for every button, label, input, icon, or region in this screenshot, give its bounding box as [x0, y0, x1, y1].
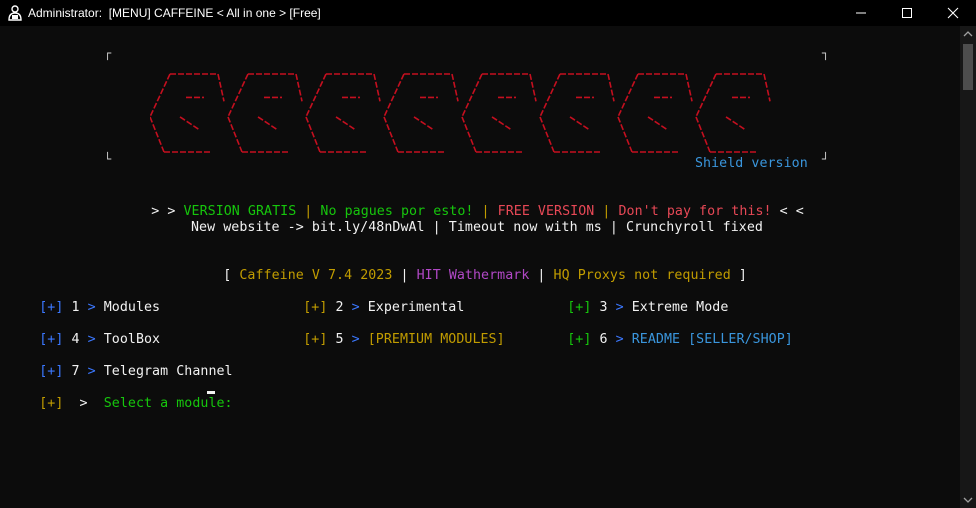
separator: | — [296, 204, 321, 219]
news-line: New website -> bit.ly/48nDwAl | Timeout … — [191, 220, 763, 235]
close-button[interactable] — [930, 0, 976, 26]
banner-corner-tr: ┐ — [822, 46, 830, 60]
ascii-letter-e — [695, 73, 771, 153]
menu-number: 7 — [71, 364, 80, 379]
separator: | — [529, 268, 554, 283]
menu-arrow: > — [87, 364, 96, 379]
menu-arrow: > — [87, 332, 96, 347]
menu-item-5[interactable]: [+] 5 > [PREMIUM MODULES] — [271, 316, 505, 364]
hq-proxys-text: HQ Proxys not required — [553, 268, 731, 283]
module-prompt[interactable]: [+] > Select a module: — [7, 380, 233, 428]
menu-item-6[interactable]: [+] 6 > README [SELLER/SHOP] — [535, 316, 793, 364]
scroll-thumb[interactable] — [963, 44, 973, 90]
menu-bullet: [+] — [39, 300, 64, 315]
version-gratis: VERSION GRATIS — [183, 204, 297, 219]
banner-corner-bl: └ — [104, 152, 112, 166]
menu-arrow: > — [87, 300, 96, 315]
dont-pay-text: Don't pay for this! — [618, 204, 772, 219]
menu-label: Extreme Mode — [631, 300, 729, 315]
terminal-admin-icon — [8, 5, 22, 21]
version-suffix: < < — [771, 204, 804, 219]
menu-bullet: [+] — [567, 332, 592, 347]
ascii-letter-i — [539, 73, 615, 153]
prompt-arrow: > — [79, 396, 88, 411]
bracket-open: [ — [223, 268, 240, 283]
bracket-close: ] — [730, 268, 747, 283]
caffeine-ascii-logo — [149, 66, 800, 160]
maximize-icon — [902, 8, 912, 18]
ascii-letter-e — [461, 73, 537, 153]
maximize-button[interactable] — [884, 0, 930, 26]
minimize-button[interactable] — [838, 0, 884, 26]
vertical-scrollbar[interactable] — [960, 26, 976, 508]
menu-label: Modules — [103, 300, 161, 315]
menu-number: 3 — [599, 300, 608, 315]
prompt-bullet: [+] — [39, 396, 64, 411]
menu-arrow: > — [615, 300, 624, 315]
prompt-text: Select a module: — [103, 396, 233, 411]
menu-number: 1 — [71, 300, 80, 315]
ascii-logo-letters — [149, 73, 771, 153]
menu-number: 6 — [599, 332, 608, 347]
window-title: Administrator: [MENU] CAFFEINE < All in … — [28, 6, 321, 20]
ascii-letter-f — [383, 73, 459, 153]
ascii-letter-n — [617, 73, 693, 153]
version-prefix: > > — [151, 204, 184, 219]
menu-bullet: [+] — [39, 364, 64, 379]
console-output[interactable]: ┌ ┐ └ ┘ Shield version > > VERSION GRATI… — [0, 26, 960, 508]
banner-corner-tl: ┌ — [104, 46, 112, 60]
separator: | — [594, 204, 619, 219]
minimize-icon — [856, 12, 866, 14]
menu-number: 5 — [335, 332, 344, 347]
window-title-bar[interactable]: Administrator: [MENU] CAFFEINE < All in … — [0, 0, 976, 26]
caffeine-version-text: Caffeine V 7.4 2023 — [239, 268, 393, 283]
menu-label: [PREMIUM MODULES] — [367, 332, 505, 347]
scroll-up-icon[interactable] — [963, 30, 973, 38]
menu-number: 2 — [335, 300, 344, 315]
ascii-letter-f — [305, 73, 381, 153]
menu-arrow: > — [351, 300, 360, 315]
menu-label: Experimental — [367, 300, 465, 315]
no-pagues-text: No pagues por esto! — [320, 204, 474, 219]
ascii-letter-a — [227, 73, 303, 153]
menu-arrow: > — [615, 332, 624, 347]
close-icon — [947, 7, 959, 19]
text-cursor — [207, 391, 215, 394]
shield-version-label: Shield version — [695, 156, 808, 171]
ascii-letter-c — [149, 73, 225, 153]
menu-arrow: > — [351, 332, 360, 347]
menu-number: 4 — [71, 332, 80, 347]
separator: | — [392, 268, 417, 283]
menu-bullet: [+] — [303, 332, 328, 347]
menu-label: README [SELLER/SHOP] — [631, 332, 793, 347]
hit-watermark-text: HIT Wathermark — [416, 268, 530, 283]
menu-label: ToolBox — [103, 332, 161, 347]
menu-bullet: [+] — [303, 300, 328, 315]
banner-corner-br: ┘ — [822, 152, 830, 166]
free-version-text: FREE VERSION — [497, 204, 595, 219]
separator: | — [473, 204, 498, 219]
menu-bullet: [+] — [39, 332, 64, 347]
menu-label: Telegram Channel — [103, 364, 233, 379]
scroll-down-icon[interactable] — [963, 496, 973, 504]
menu-bullet: [+] — [567, 300, 592, 315]
